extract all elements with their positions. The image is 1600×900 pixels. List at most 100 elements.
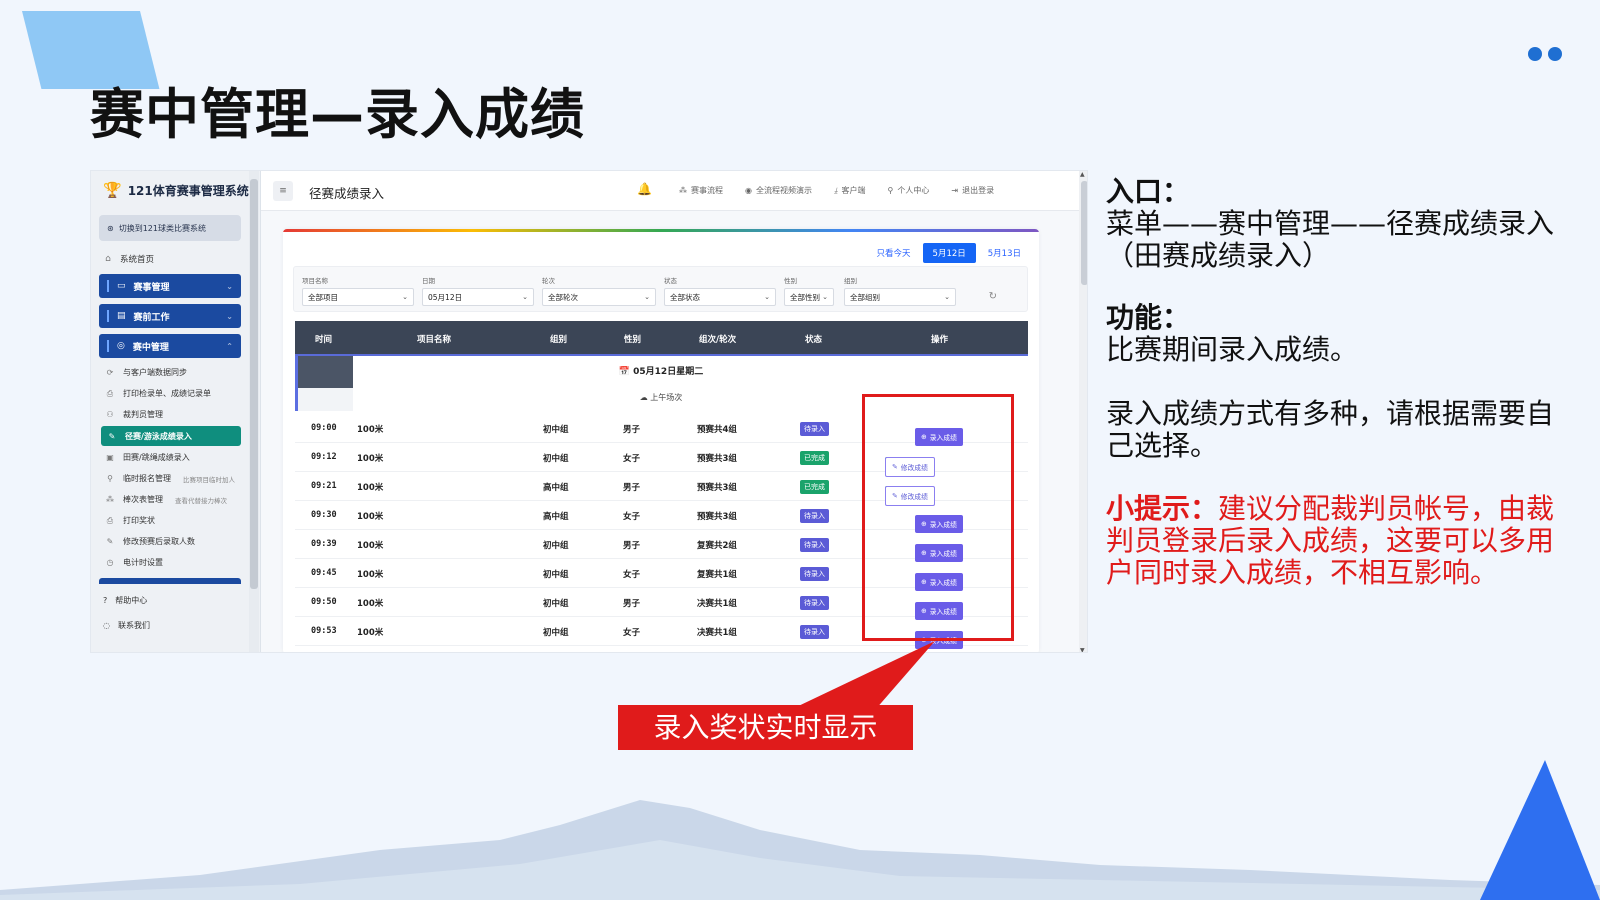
chat-icon: ◌ — [103, 621, 110, 630]
cell-sex: 女子 — [623, 570, 641, 580]
sidebar-group-in-event[interactable]: ◎ 赛中管理 ⌃ — [99, 334, 241, 358]
filter-round-select[interactable]: 全部轮次 ⌄ — [542, 288, 656, 306]
filter-label: 项目名称 — [302, 277, 328, 285]
sync-icon: ⟳ — [106, 368, 114, 377]
sidebar-item-contact[interactable]: ◌ 联系我们 — [103, 620, 150, 631]
table-header: 时间 项目名称 组别 性别 组次/轮次 状态 操作 — [295, 321, 1028, 355]
filter-sex-select[interactable]: 全部性别 ⌄ — [784, 288, 834, 306]
entry-text: 菜单——赛中管理——径赛成绩录入（田赛成绩录入） — [1106, 207, 1555, 272]
col-sex: 性别 — [624, 335, 642, 345]
sidebar-sub-label: 径赛/游泳成绩录入 — [125, 431, 192, 441]
decorative-triangle — [1480, 760, 1600, 900]
cell-time: 09:00 — [311, 423, 337, 433]
sidebar-item-home[interactable]: ⌂ 系统首页 — [103, 253, 154, 265]
sun-icon: ☁ — [639, 393, 651, 402]
tree-icon: ⁂ — [106, 495, 114, 504]
refresh-icon[interactable]: ↻ — [989, 291, 997, 302]
sidebar-sub-temp-registration[interactable]: ⚲ 临时报名管理 比赛项目临时加人 — [105, 473, 235, 484]
calendar-icon: ▭ — [117, 281, 126, 291]
filter-round: 轮次 全部轮次 ⌄ — [542, 275, 656, 306]
sidebar-sub-track-entry[interactable]: ✎ 径赛/游泳成绩录入 — [101, 426, 241, 446]
top-link-flow[interactable]: ⁂ 赛事流程 — [679, 185, 723, 196]
decorative-dots — [1528, 47, 1562, 61]
sidebar-sub-relay-order[interactable]: ⁂ 棒次表管理 查看代替接力棒次 — [105, 494, 227, 505]
col-status: 状态 — [805, 335, 823, 345]
sidebar-group-label: 赛事管理 — [133, 282, 170, 293]
cell-sex: 女子 — [623, 454, 641, 464]
tab-may-13[interactable]: 5月13日 — [984, 244, 1025, 262]
sidebar-sub-admit-count[interactable]: ✎ 修改预赛后录取人数 — [105, 536, 195, 547]
callout-label: 录入奖状实时显示 — [618, 705, 913, 750]
tip-label: 小提示： — [1106, 492, 1219, 525]
main-scrollbar[interactable]: ▲ ▼ — [1079, 171, 1087, 652]
filter-label: 轮次 — [542, 277, 555, 285]
cell-round: 决赛共1组 — [697, 599, 737, 609]
sidebar-group-pre-event[interactable]: ▤ 赛前工作 ⌄ — [99, 304, 241, 328]
tab-today[interactable]: 只看今天 — [873, 244, 915, 262]
top-link-client[interactable]: ⤓ 客户端 — [834, 185, 866, 196]
sidebar-sub-print-certificates[interactable]: ⎙ 打印奖状 — [105, 515, 155, 526]
home-icon: ⌂ — [105, 254, 111, 264]
function-text: 比赛期间录入成绩。 — [1106, 333, 1359, 366]
sidebar-item-label: 联系我们 — [117, 621, 150, 630]
switch-system-button[interactable]: ⊛ 切换到121球类比赛系统 — [99, 215, 241, 241]
sidebar-sub-sync[interactable]: ⟳ 与客户端数据同步 — [105, 367, 187, 378]
cell-round: 预赛共3组 — [697, 512, 737, 522]
date-tabs: 只看今天 5月12日 5月13日 — [873, 243, 1025, 263]
clipboard-icon: ▤ — [117, 311, 126, 321]
cell-time: 09:12 — [311, 452, 337, 462]
calendar-icon: 📅 — [618, 367, 634, 377]
download-icon: ⤓ — [833, 185, 838, 195]
trophy-icon: 🏆 — [103, 181, 122, 199]
session-label: 上午场次 — [650, 393, 683, 402]
top-link-logout[interactable]: ⇥ 退出登录 — [951, 185, 994, 196]
top-link-video[interactable]: ◉ 全流程视频演示 — [745, 185, 812, 196]
logout-icon: ⇥ — [951, 186, 959, 195]
sidebar-sub-label: 棒次表管理 — [123, 495, 163, 504]
chevron-down-icon: ⌄ — [764, 293, 770, 301]
filter-bar: 项目名称 全部项目 ⌄ 日期 05月12日 ⌄ 轮次 全部轮次 ⌄ 状态 全部状态 ⌄ … — [293, 266, 1028, 312]
users-icon: ⚇ — [106, 410, 114, 419]
sidebar-item-help[interactable]: ? 帮助中心 — [103, 595, 147, 606]
scroll-down-icon[interactable]: ▼ — [1080, 647, 1085, 652]
cell-event: 100米 — [357, 483, 384, 493]
cell-sex: 女子 — [623, 512, 641, 522]
top-link-profile[interactable]: ⚲ 个人中心 — [888, 185, 930, 196]
sidebar-group-event-management[interactable]: ▭ 赛事管理 ⌄ — [99, 274, 241, 298]
cell-event: 100米 — [357, 628, 384, 638]
col-actions: 操作 — [931, 335, 949, 345]
cell-event: 100米 — [357, 541, 384, 551]
cell-group: 初中组 — [543, 454, 569, 464]
brand-name: 121体育赛事管理系统 — [127, 183, 249, 198]
sidebar-sub-label: 田赛/跳绳成绩录入 — [123, 453, 190, 462]
sidebar-sub-field-entry[interactable]: ▣ 田赛/跳绳成绩录入 — [105, 452, 190, 463]
cell-sex: 男子 — [623, 599, 641, 609]
menu-toggle-icon[interactable]: ≡ — [273, 181, 293, 201]
sidebar-sub-label: 电计时设置 — [123, 558, 163, 567]
filter-status-select[interactable]: 全部状态 ⌄ — [664, 288, 776, 306]
sidebar: 🏆 121体育赛事管理系统 ⊛ 切换到121球类比赛系统 ⌂ 系统首页 ▭ 赛事… — [91, 171, 261, 652]
filter-group-select[interactable]: 全部组别 ⌄ — [844, 288, 956, 306]
filter-event-select[interactable]: 全部项目 ⌄ — [302, 288, 414, 306]
edit-icon: ✎ — [106, 537, 114, 546]
sidebar-item-label: 系统首页 — [120, 255, 155, 265]
cell-time: 09:30 — [311, 510, 337, 520]
tab-may-12[interactable]: 5月12日 — [922, 243, 976, 263]
sidebar-sub-timing[interactable]: ◷ 电计时设置 — [105, 557, 164, 568]
cell-round: 预赛共3组 — [697, 483, 737, 493]
page-name: 径赛成绩录入 — [309, 186, 385, 201]
sidebar-sub-label: 修改预赛后录取人数 — [123, 537, 195, 546]
scroll-up-icon[interactable]: ▲ — [1080, 171, 1085, 178]
sidebar-scrollbar[interactable] — [249, 171, 259, 652]
status-badge: 待录入 — [800, 509, 829, 523]
cell-time: 09:45 — [311, 568, 337, 578]
slide-title: 赛中管理—录入成绩 — [90, 83, 585, 146]
filter-date-select[interactable]: 05月12日 ⌄ — [422, 288, 534, 306]
sidebar-sub-referees[interactable]: ⚇ 裁判员管理 — [105, 409, 163, 420]
filter-label: 组别 — [844, 277, 857, 285]
cell-group: 高中组 — [543, 512, 569, 522]
cell-sex: 男子 — [623, 541, 641, 551]
sidebar-sub-print-checkin[interactable]: ⎙ 打印检录单、成绩记录单 — [105, 388, 211, 399]
cell-sex: 男子 — [623, 483, 641, 493]
bell-icon[interactable]: 🔔 — [637, 182, 652, 196]
